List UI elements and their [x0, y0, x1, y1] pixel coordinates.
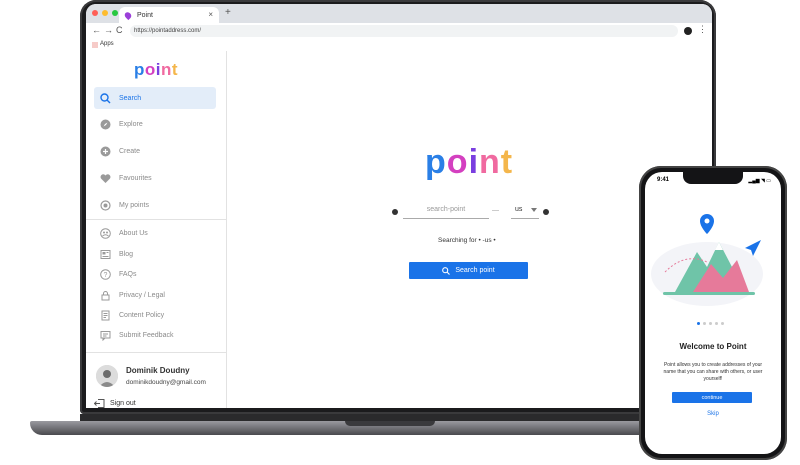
sidebar-item-content-policy[interactable]: Content Policy — [94, 304, 216, 326]
continue-button[interactable]: continue — [672, 392, 752, 403]
country-select[interactable]: us — [511, 206, 539, 219]
question-icon: ? — [100, 268, 111, 280]
sign-out-icon — [94, 399, 105, 408]
document-icon — [100, 310, 111, 321]
sidebar-item-label: Submit Feedback — [119, 331, 174, 339]
svg-text:?: ? — [104, 272, 108, 279]
sidebar-item-label: Favourites — [119, 174, 152, 182]
compass-icon — [100, 119, 111, 130]
country-value: us — [515, 206, 523, 213]
reload-icon[interactable]: C — [116, 25, 123, 35]
searching-for-text: Searching for • -us • — [438, 237, 496, 244]
sidebar-item-faqs[interactable]: ? FAQs — [94, 263, 216, 285]
profile-avatar-icon[interactable] — [684, 27, 692, 35]
user-email: dominikdoudny@gmail.com — [126, 379, 206, 386]
laptop-screen: Point × + ← → C https://pointaddress.com… — [86, 4, 712, 408]
search-icon — [442, 266, 451, 275]
laptop-notch — [345, 421, 435, 426]
sidebar-item-label: Search — [119, 94, 142, 102]
sidebar-item-label: FAQs — [119, 270, 137, 278]
welcome-title: Welcome to Point — [679, 342, 747, 351]
sidebar-item-label: Create — [119, 147, 141, 155]
people-icon — [100, 227, 111, 239]
bookmarks-bar: Apps — [86, 39, 712, 51]
avatar[interactable] — [96, 365, 118, 387]
sidebar-item-label: Privacy / Legal — [119, 291, 165, 299]
tab-title: Point — [137, 11, 153, 19]
apps-grid-icon — [92, 42, 98, 48]
sidebar-item-my-points[interactable]: My points — [94, 194, 216, 216]
sign-out-label: Sign out — [110, 400, 136, 407]
tab-close-icon[interactable]: × — [208, 10, 213, 19]
search-icon — [100, 92, 111, 104]
maximize-window-button[interactable] — [112, 10, 118, 16]
sidebar-item-label: Blog — [119, 250, 134, 258]
sidebar-item-about-us[interactable]: About Us — [94, 222, 216, 244]
sidebar-item-privacy-legal[interactable]: Privacy / Legal — [94, 284, 216, 306]
sidebar-item-label: Content Policy — [119, 311, 165, 319]
sidebar-divider — [86, 219, 226, 220]
browser-menu-icon[interactable]: ⋮ — [698, 24, 707, 35]
chevron-down-icon — [531, 208, 537, 212]
point-logo-large: point — [425, 143, 514, 181]
search-point-label: Search point — [455, 267, 495, 274]
target-icon — [100, 199, 111, 211]
minimize-window-button[interactable] — [102, 10, 108, 16]
address-bar: ← → C https://pointaddress.com/ ⋮ — [86, 23, 712, 40]
search-point-button[interactable]: Search point — [409, 262, 528, 279]
sidebar-item-label: My points — [119, 201, 149, 209]
phone-status-icons: ▂▄▆ ◥ ▭ — [748, 178, 771, 184]
user-name: Dominik Doudny — [126, 366, 190, 375]
lock-icon — [100, 290, 111, 301]
search-input[interactable]: search-point — [403, 206, 489, 219]
window-controls — [92, 10, 118, 16]
feedback-icon — [100, 330, 111, 341]
phone-notch — [683, 172, 743, 184]
heart-icon — [100, 173, 111, 184]
separator-dash: — — [492, 207, 499, 214]
point-favicon-icon — [123, 10, 133, 20]
sidebar-item-create[interactable]: Create — [94, 140, 216, 162]
welcome-description: Point allows you to create addresses of … — [663, 362, 763, 382]
carousel-dots — [697, 322, 724, 325]
map-pin-icon — [700, 214, 714, 234]
browser-tab-bar: Point × + — [86, 4, 712, 23]
point-logo: point — [134, 60, 179, 79]
onboarding-illustration — [651, 214, 763, 306]
newspaper-icon — [100, 249, 111, 260]
sidebar-item-label: About Us — [119, 229, 148, 237]
browser-tab[interactable]: Point × — [119, 7, 219, 23]
sidebar-divider — [86, 352, 226, 353]
plus-circle-icon — [100, 146, 111, 157]
new-tab-button[interactable]: + — [225, 7, 231, 18]
phone-screen: 9:41 ▂▄▆ ◥ ▭ Welcome to Point Point allo… — [645, 172, 781, 454]
phone-time: 9:41 — [657, 177, 670, 183]
back-arrow-icon[interactable]: ← — [92, 25, 101, 35]
sidebar-item-search[interactable]: Search — [94, 87, 216, 109]
close-window-button[interactable] — [92, 10, 98, 16]
sidebar-item-blog[interactable]: Blog — [94, 243, 216, 265]
url-field[interactable]: https://pointaddress.com/ — [130, 25, 678, 37]
apps-bookmark[interactable]: Apps — [100, 41, 114, 47]
sign-out-button[interactable]: Sign out — [94, 399, 136, 408]
forward-arrow-icon[interactable]: → — [104, 25, 113, 35]
sidebar-item-explore[interactable]: Explore — [94, 113, 216, 135]
sidebar-item-submit-feedback[interactable]: Submit Feedback — [94, 324, 216, 346]
bullet-right-icon — [543, 209, 549, 215]
sidebar-item-favourites[interactable]: Favourites — [94, 167, 216, 189]
laptop-hinge — [80, 414, 716, 421]
sidebar: point Search Explore Create Favourites M… — [86, 51, 227, 408]
sidebar-item-label: Explore — [119, 120, 143, 128]
skip-link[interactable]: Skip — [645, 411, 781, 417]
bullet-left-icon — [392, 209, 398, 215]
